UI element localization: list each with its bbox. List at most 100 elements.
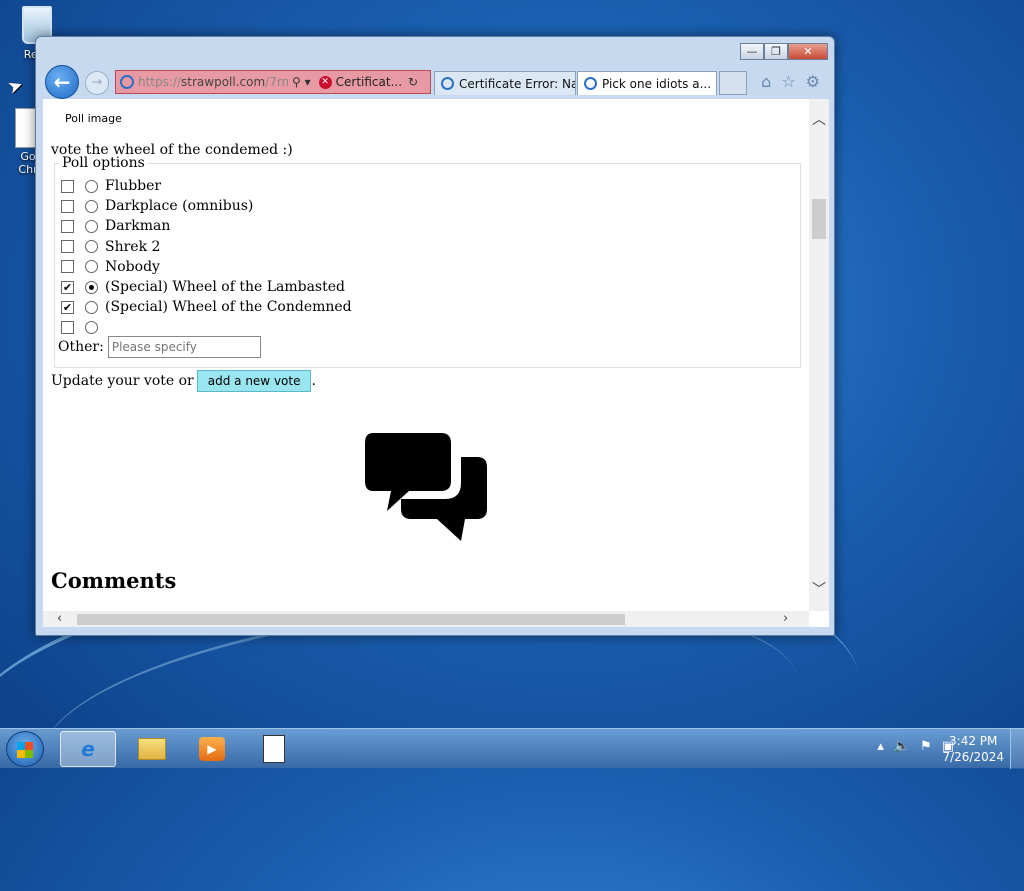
other-option: Other: bbox=[58, 336, 261, 358]
option-checkbox[interactable]: ✔ bbox=[61, 280, 74, 294]
option-label[interactable]: (Special) Wheel of the Lambasted bbox=[105, 279, 345, 295]
address-bar[interactable]: https://strawpoll.com/7rnzV ⚲ ▾ ✕ Certif… bbox=[115, 70, 431, 94]
certificate-error-label[interactable]: Certificat... bbox=[336, 75, 402, 89]
taskbar: e ▶ ▴ 🔈 ⚑ ▣ 3:42 PM 7/26/2024 bbox=[0, 728, 1024, 769]
poll-option: ✔ (Special) Wheel of the Lambasted bbox=[61, 277, 345, 297]
other-input[interactable] bbox=[107, 336, 261, 358]
taskbar-media-player[interactable]: ▶ bbox=[184, 731, 240, 767]
certificate-error-icon[interactable]: ✕ bbox=[318, 75, 332, 89]
other-label: Other: bbox=[58, 339, 104, 355]
url-host: strawpoll.com bbox=[181, 75, 266, 89]
horizontal-scrollbar[interactable]: ‹ › bbox=[43, 611, 809, 627]
url-scheme: https:// bbox=[138, 75, 182, 89]
option-label[interactable]: Flubber bbox=[105, 178, 161, 194]
poll-option bbox=[61, 317, 105, 337]
vertical-scroll-thumb[interactable] bbox=[812, 199, 826, 239]
folder-icon bbox=[138, 738, 166, 760]
update-vote-suffix: . bbox=[311, 373, 316, 389]
poll-option: ✔ (Special) Wheel of the Condemned bbox=[61, 297, 352, 317]
poll-image-link[interactable]: Poll image bbox=[65, 112, 122, 125]
refresh-icon[interactable]: ↻ bbox=[408, 75, 418, 89]
comments-chat-icon bbox=[365, 429, 489, 551]
poll-option: Darkman bbox=[61, 216, 170, 236]
taskbar-internet-explorer[interactable]: e bbox=[60, 731, 116, 767]
url-path: /7rnzV bbox=[265, 75, 288, 89]
system-clock[interactable]: 3:42 PM 7/26/2024 bbox=[942, 733, 1004, 765]
tab-pick-one[interactable]: Pick one idiots a... ✕ bbox=[577, 71, 717, 95]
poll-options-legend: Poll options bbox=[59, 155, 148, 171]
show-hidden-icons[interactable]: ▴ bbox=[877, 739, 884, 754]
scroll-up-icon[interactable]: ︿ bbox=[809, 109, 829, 129]
arrow-right-icon: → bbox=[91, 75, 103, 90]
tab-certificate-error[interactable]: Certificate Error: Na... bbox=[434, 71, 576, 95]
search-dropdown-icon[interactable]: ⚲ ▾ bbox=[292, 75, 311, 89]
caption-buttons: — ❐ ✕ bbox=[740, 43, 828, 60]
comments-heading: Comments bbox=[51, 568, 177, 593]
update-vote-text: Update your vote or bbox=[51, 373, 194, 389]
taskbar-file-explorer[interactable] bbox=[124, 731, 180, 767]
notepad-icon bbox=[263, 735, 285, 763]
start-button[interactable] bbox=[6, 731, 44, 767]
restore-button[interactable]: ❐ bbox=[764, 43, 788, 60]
option-label[interactable]: Shrek 2 bbox=[105, 239, 160, 255]
poll-option: Nobody bbox=[61, 257, 160, 277]
option-checkbox[interactable] bbox=[61, 199, 74, 213]
option-radio[interactable] bbox=[85, 219, 98, 233]
new-tab-button[interactable] bbox=[719, 71, 747, 95]
forward-button[interactable]: → bbox=[85, 71, 109, 95]
ie-logo-icon bbox=[120, 75, 134, 89]
volume-muted-icon[interactable]: 🔈 bbox=[894, 739, 910, 754]
browser-window: — ❐ ✕ ← → https://strawpoll.com/7rnzV ⚲ … bbox=[35, 36, 835, 636]
option-checkbox[interactable]: ✔ bbox=[61, 300, 74, 314]
horizontal-scroll-thumb[interactable] bbox=[77, 614, 625, 625]
home-icon[interactable]: ⌂ bbox=[761, 72, 771, 91]
windows-logo-icon bbox=[17, 742, 33, 758]
clock-time: 3:42 PM bbox=[949, 734, 998, 748]
option-radio[interactable] bbox=[85, 199, 98, 213]
mouse-cursor-icon: ➤ bbox=[4, 74, 27, 99]
minimize-button[interactable]: — bbox=[740, 43, 764, 60]
option-radio[interactable] bbox=[85, 240, 98, 254]
tab-title: Pick one idiots a... bbox=[602, 76, 712, 91]
option-checkbox[interactable] bbox=[61, 320, 74, 334]
page-content: Poll image vote the wheel of the condeme… bbox=[43, 99, 809, 611]
star-icon[interactable]: ☆ bbox=[781, 72, 795, 91]
scroll-left-icon[interactable]: ‹ bbox=[57, 611, 62, 626]
option-radio[interactable] bbox=[85, 320, 98, 334]
scroll-right-icon[interactable]: › bbox=[783, 611, 788, 626]
tab-title: Certificate Error: Na... bbox=[459, 76, 575, 91]
option-radio[interactable] bbox=[85, 300, 98, 314]
close-button[interactable]: ✕ bbox=[788, 43, 828, 60]
toolbar-icons: ⌂ ☆ ⚙ bbox=[761, 72, 820, 91]
option-checkbox[interactable] bbox=[61, 219, 74, 233]
ie-logo-icon bbox=[584, 77, 597, 90]
gear-icon[interactable]: ⚙ bbox=[806, 72, 820, 91]
option-checkbox[interactable] bbox=[61, 179, 74, 193]
option-radio[interactable] bbox=[85, 179, 98, 193]
option-label[interactable]: Nobody bbox=[105, 259, 160, 275]
media-player-icon: ▶ bbox=[199, 737, 225, 761]
poll-options-fieldset: Poll options Flubber Darkplace (omnibus) D… bbox=[54, 155, 801, 368]
page-viewport: Poll image vote the wheel of the condeme… bbox=[43, 99, 829, 627]
clock-date: 7/26/2024 bbox=[942, 750, 1004, 764]
option-label[interactable]: (Special) Wheel of the Condemned bbox=[105, 299, 352, 315]
add-new-vote-button[interactable]: add a new vote bbox=[196, 370, 312, 392]
option-checkbox[interactable] bbox=[61, 240, 74, 254]
option-radio[interactable] bbox=[85, 280, 98, 294]
vertical-scrollbar[interactable]: ︿ ﹀ bbox=[809, 99, 829, 611]
scroll-down-icon[interactable]: ﹀ bbox=[809, 579, 829, 599]
option-label[interactable]: Darkman bbox=[105, 218, 170, 234]
option-radio[interactable] bbox=[85, 260, 98, 274]
poll-option: Flubber bbox=[61, 176, 161, 196]
action-center-icon[interactable]: ⚑ bbox=[920, 739, 932, 754]
ie-logo-icon: e bbox=[81, 737, 95, 761]
url-text[interactable]: https://strawpoll.com/7rnzV bbox=[138, 75, 288, 89]
option-label[interactable]: Darkplace (omnibus) bbox=[105, 198, 253, 214]
navigation-bar: ← → https://strawpoll.com/7rnzV ⚲ ▾ ✕ Ce… bbox=[42, 65, 828, 99]
back-button[interactable]: ← bbox=[45, 65, 79, 99]
taskbar-notepad[interactable] bbox=[246, 731, 302, 767]
show-desktop-button[interactable] bbox=[1010, 729, 1024, 769]
poll-option: Shrek 2 bbox=[61, 237, 160, 257]
update-vote-row: Update your vote or add a new vote . bbox=[51, 370, 316, 392]
option-checkbox[interactable] bbox=[61, 260, 74, 274]
